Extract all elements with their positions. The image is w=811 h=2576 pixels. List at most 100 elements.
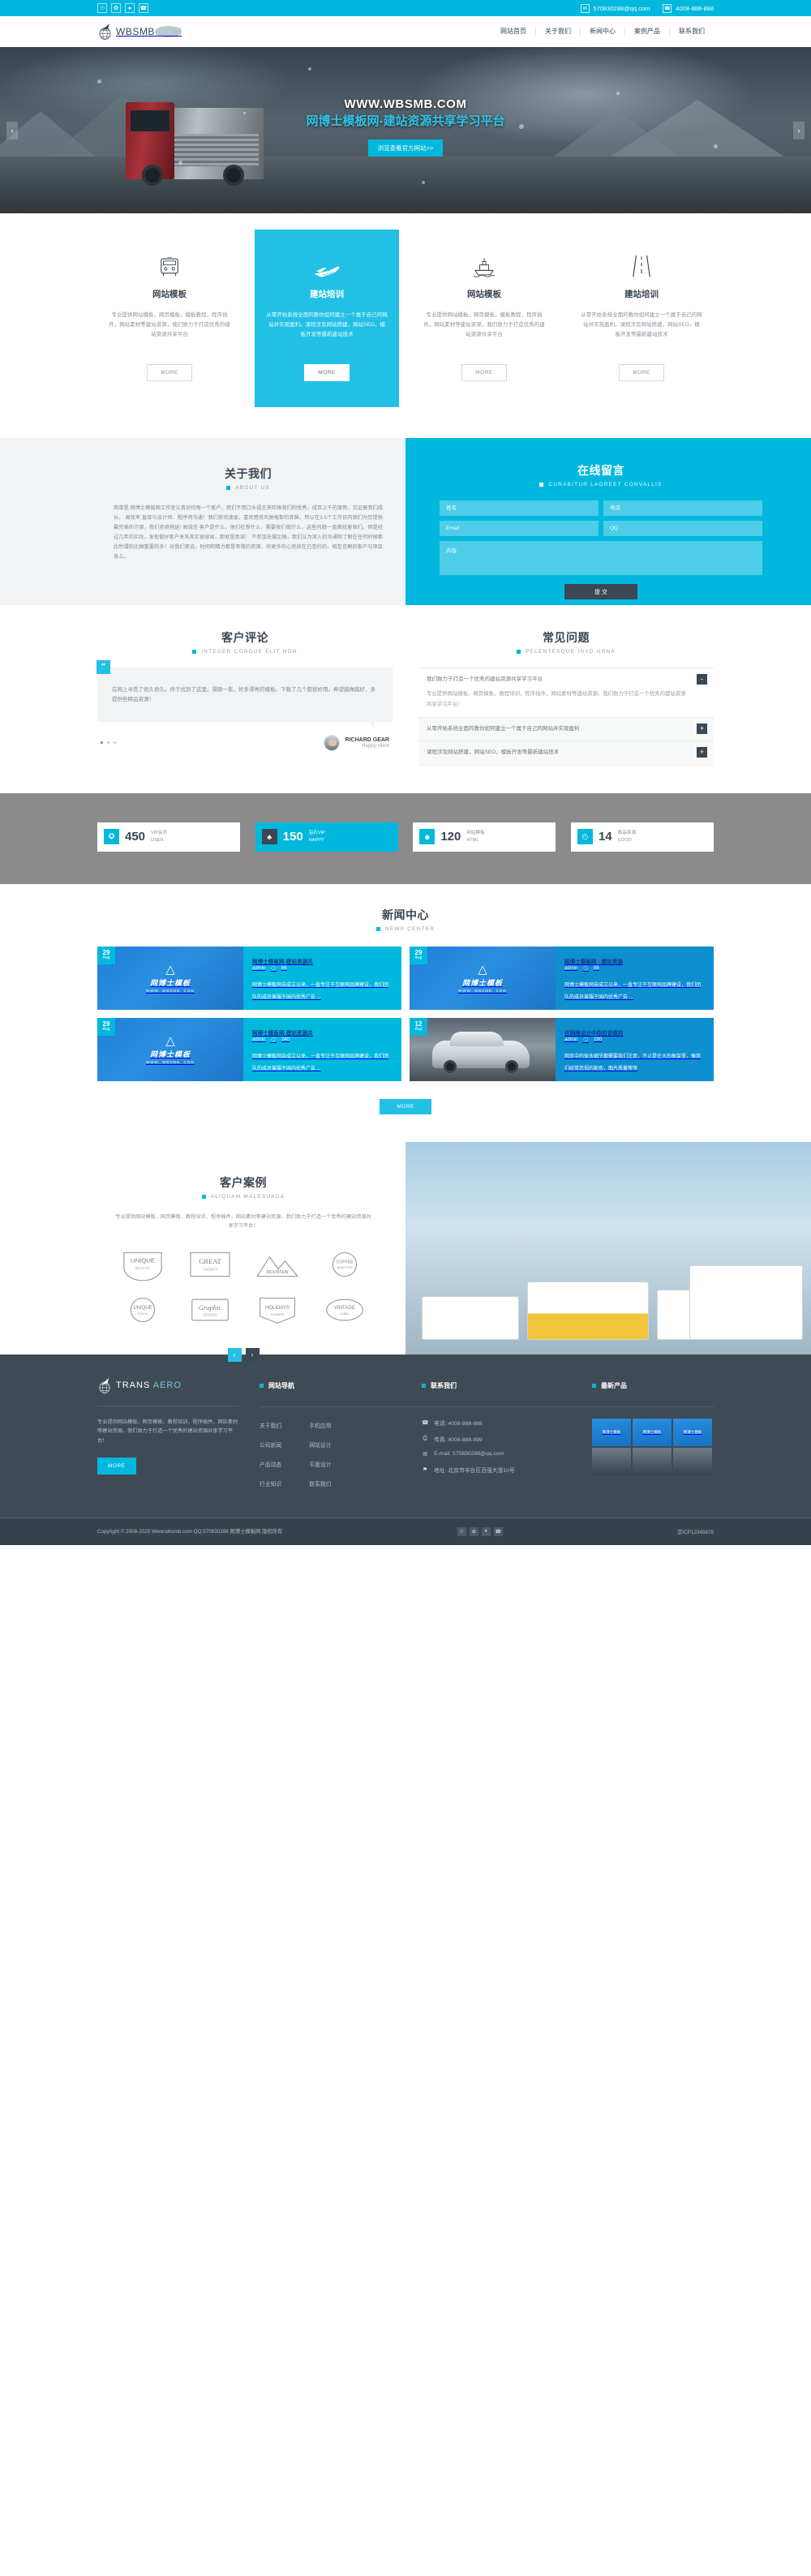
- footer-product-3[interactable]: 网博士模板: [673, 1418, 712, 1446]
- service-more-button[interactable]: MORE: [304, 364, 350, 381]
- plane-icon: [266, 251, 388, 278]
- faq-item-1[interactable]: 我们致力于打造一个优秀的建站资源共享学习平台 专业提供网站模板，网页模板，教程培…: [418, 668, 714, 718]
- footer-link-product-news[interactable]: 产品动态: [260, 1462, 281, 1468]
- news-excerpt: 网博士模板网自成立以来，一直专注于互联网品牌建设，我们团队的成员曾服于国内优秀广…: [252, 1054, 389, 1072]
- name-input[interactable]: [440, 500, 599, 516]
- submit-button[interactable]: 提 交: [564, 584, 637, 599]
- faq-item-3[interactable]: 课程涉及网站搭建，网站SEO，模板开发等最新建站技术 +: [418, 741, 714, 766]
- footer-about-column: TRANS AERO 专业提供网站模板，网页模板，教程培训，程序插件，网站素材等…: [97, 1377, 260, 1496]
- email-input[interactable]: [440, 521, 599, 536]
- hero-road: [0, 157, 811, 213]
- globe-icon: [97, 23, 113, 41]
- news-comments: 240: [281, 1037, 290, 1043]
- client-logo-5[interactable]: UNIQUE STUDIO: [114, 1291, 171, 1329]
- news-card-3[interactable]: 29 Aug △ 网博士模板 WWW. WBSMB. COM 网博士模板网-建站…: [97, 1017, 401, 1081]
- faq-collapse-icon[interactable]: -: [697, 674, 707, 685]
- client-logo-2[interactable]: GREAT AGENCY: [181, 1246, 238, 1283]
- client-logo-7[interactable]: HOLIDAYS SUMMER: [248, 1291, 306, 1329]
- clients-carousel-nav: ‹ ›: [114, 1348, 373, 1363]
- news-card-grid: 29 Aug △ 网博士模板 WWW. WBSMB. COM 网博士模板网-建站…: [97, 946, 714, 1081]
- phone-icon[interactable]: ☎: [493, 1526, 503, 1536]
- topbar-email[interactable]: ✉ 570830288@qq.com: [580, 3, 650, 13]
- hero-next-arrow[interactable]: ›: [793, 121, 805, 140]
- quote-tail: [367, 720, 375, 728]
- site-logo[interactable]: WBSMB.COM: [97, 23, 182, 41]
- road-icon: [581, 251, 702, 278]
- footer-link-graphic-design[interactable]: 平面设计: [309, 1462, 331, 1468]
- service-desc: 专业提供网站模板，网页模板，模板教程，程序插件，网站素材等建站资源，我们致力于打…: [109, 312, 230, 338]
- faq-expand-icon[interactable]: +: [697, 723, 707, 734]
- phone-icon[interactable]: ☎: [139, 3, 148, 13]
- pager-dot-3[interactable]: [114, 741, 116, 745]
- nav-contact[interactable]: 联系我们: [670, 28, 714, 36]
- faq-expand-icon[interactable]: +: [697, 747, 707, 758]
- news-card-2[interactable]: 29 Aug △ 网博士模板 WWW. WBSMB. COM 网博士模板网 - …: [410, 946, 714, 1010]
- hero-cta-button[interactable]: 浏览查看官方网站>>: [367, 140, 444, 157]
- wechat-icon[interactable]: ✿: [111, 3, 121, 13]
- topbar-phone[interactable]: ☎ 4008-888-888: [663, 3, 714, 13]
- weibo-icon[interactable]: ☉: [97, 3, 107, 13]
- footer-link-web-design[interactable]: 网站设计: [309, 1443, 331, 1449]
- client-logo-1[interactable]: UNIQUE QUALITY: [114, 1246, 171, 1283]
- footer-more-button[interactable]: MORE: [97, 1457, 136, 1475]
- faq-accordion: 我们致力于打造一个优秀的建站资源共享学习平台 专业提供网站模板，网页模板，教程培…: [418, 668, 714, 766]
- shirt-icon: ♣: [261, 829, 277, 845]
- footer-link-about[interactable]: 关于我们: [260, 1423, 281, 1429]
- footer-address-text: 地址: 北京市丰台区百强大道10号: [434, 1467, 515, 1474]
- news-card-4[interactable]: 12 Aug 在网络设计中你应该做的 admin 🗨 190 网页中的很多细节都…: [410, 1017, 714, 1081]
- content-textarea[interactable]: [440, 541, 762, 575]
- svg-text:UNIQUE: UNIQUE: [131, 1257, 155, 1264]
- service-card-4[interactable]: 建站培训 从零开始系统全面的教你如何建立一个属于自己的网站并实现盈利。课程涉及网…: [569, 239, 714, 396]
- footer-product-4[interactable]: [592, 1447, 631, 1475]
- footer-link-mobile-app[interactable]: 手机应用: [309, 1423, 331, 1429]
- weibo-icon[interactable]: ☉: [457, 1526, 466, 1536]
- stat-label-cn: 钻石VIP: [308, 831, 325, 836]
- nav-about[interactable]: 关于我们: [536, 28, 581, 36]
- service-card-1[interactable]: 网站模板 专业提供网站模板，网页模板，模板教程，程序插件，网站素材等建站资源，我…: [97, 239, 242, 396]
- qq-icon[interactable]: ●: [481, 1526, 491, 1536]
- client-logo-8[interactable]: VINTAGE LABEL: [315, 1291, 373, 1329]
- news-month: Aug: [414, 1027, 423, 1033]
- clients-next-button[interactable]: ›: [245, 1348, 260, 1363]
- footer-product-label-2: 网博士模板: [642, 1429, 662, 1434]
- footer-product-2[interactable]: 网博士模板: [633, 1418, 672, 1446]
- footer-product-1[interactable]: 网博士模板: [592, 1418, 631, 1446]
- footer-product-5[interactable]: [633, 1447, 672, 1475]
- footer-link-contact[interactable]: 联系我们: [309, 1482, 331, 1488]
- nav-news[interactable]: 新闻中心: [581, 28, 625, 36]
- wechat-icon[interactable]: ✿: [469, 1526, 478, 1536]
- footer-link-industry[interactable]: 行业知识: [260, 1482, 281, 1488]
- comment-icon: 🗨: [270, 966, 277, 972]
- client-logo-6[interactable]: Graphic DESIGN: [181, 1291, 238, 1329]
- phone-input[interactable]: [603, 500, 762, 516]
- footer-link-company-news[interactable]: 公司新闻: [260, 1443, 281, 1449]
- news-thumbnail-photo: 12 Aug: [410, 1017, 556, 1081]
- service-card-2[interactable]: 建站培训 从零开始系统全面的教你如何建立一个属于自己的网站并实现盈利。课程涉及网…: [255, 230, 399, 407]
- service-desc: 从零开始系统全面的教你如何建立一个属于自己的网站并实现盈利。课程涉及网站搭建，网…: [266, 312, 388, 338]
- client-logo-3[interactable]: MOUNTAIN: [248, 1246, 306, 1283]
- footer-logo[interactable]: TRANS AERO: [97, 1377, 238, 1394]
- nav-home[interactable]: 网站首页: [491, 28, 536, 36]
- qq-input[interactable]: [603, 521, 762, 536]
- nav-cases[interactable]: 案例产品: [625, 28, 670, 36]
- news-more-button[interactable]: MORE: [380, 1098, 431, 1114]
- footer-logo-accent: AERO: [152, 1380, 182, 1391]
- footer-product-6[interactable]: [673, 1447, 712, 1475]
- clients-prev-button[interactable]: ‹: [227, 1348, 242, 1363]
- hero-prev-arrow[interactable]: ‹: [6, 121, 18, 140]
- svg-text:Graphic: Graphic: [198, 1303, 221, 1312]
- service-card-3[interactable]: 网站模板 专业提供网站模板，网页模板，模板教程，程序插件，网站素材等建站资源，我…: [412, 239, 556, 396]
- qq-icon[interactable]: ●: [125, 3, 135, 13]
- pager-dot-2[interactable]: [107, 741, 109, 745]
- service-more-button[interactable]: MORE: [461, 364, 507, 381]
- service-more-button[interactable]: MORE: [147, 364, 192, 381]
- testimonial-pager[interactable]: [101, 741, 116, 745]
- svg-text:AGENCY: AGENCY: [202, 1268, 217, 1272]
- reviews-title: 客户评论: [221, 631, 268, 644]
- pager-dot-1[interactable]: [101, 741, 103, 745]
- client-logo-4[interactable]: COFFEE ROASTERS: [315, 1246, 373, 1283]
- faq-item-2[interactable]: 从零开始系统全面的教你如何建立一个属于自己的网站并实现盈利 +: [418, 717, 714, 742]
- news-meta: admin 🗨 66: [252, 966, 393, 972]
- service-more-button[interactable]: MORE: [619, 364, 664, 381]
- news-card-1[interactable]: 29 Aug △ 网博士模板 WWW. WBSMB. COM 网博士模板网-建站…: [97, 946, 401, 1010]
